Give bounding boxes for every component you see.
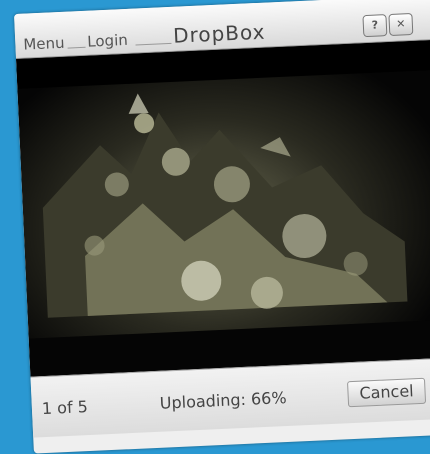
close-button[interactable]: ✕ bbox=[388, 12, 414, 36]
close-icon: ✕ bbox=[395, 17, 406, 31]
nav-separator bbox=[135, 42, 172, 46]
nav-separator bbox=[67, 46, 86, 49]
app-window: Menu Login DropBox ? ✕ 1 of 5 Uploading:… bbox=[14, 0, 430, 454]
media-preview[interactable] bbox=[16, 39, 430, 377]
help-button[interactable]: ? bbox=[362, 14, 388, 38]
video-frame-image bbox=[16, 39, 430, 377]
question-icon: ? bbox=[371, 18, 379, 32]
item-counter: 1 of 5 bbox=[41, 397, 89, 419]
cancel-button[interactable]: Cancel bbox=[347, 377, 427, 408]
menu-link[interactable]: Menu bbox=[23, 34, 65, 54]
upload-status: Uploading: 66% bbox=[159, 388, 287, 413]
login-link[interactable]: Login bbox=[87, 31, 128, 51]
app-title: DropBox bbox=[172, 19, 266, 48]
